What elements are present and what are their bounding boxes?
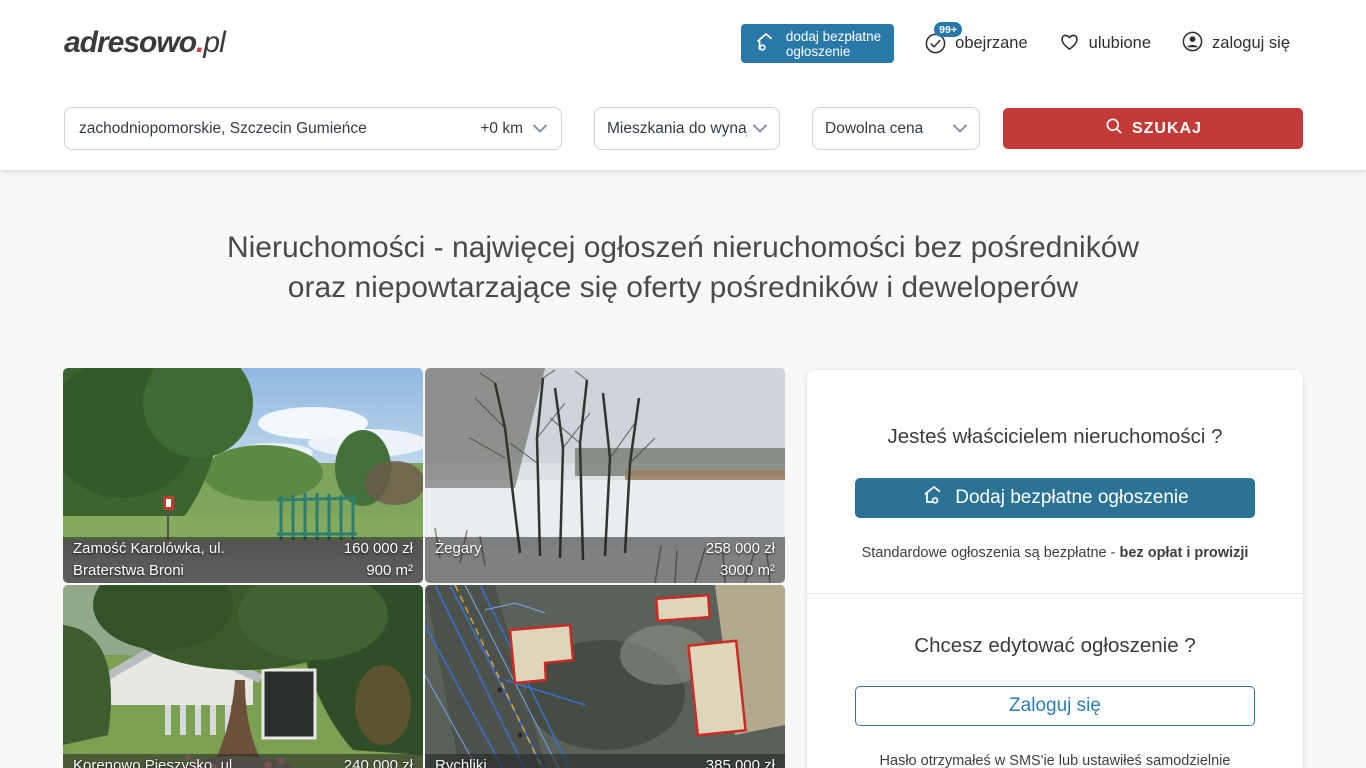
listing-card[interactable]: Rychliki 385 000 zł	[425, 585, 785, 768]
page: adresowo.pl dodaj bezpłatne ogłoszenie	[0, 0, 1366, 768]
edit-panel-title: Chcesz edytować ogłoszenie ?	[807, 634, 1303, 658]
login-nav-item[interactable]: zaloguj się	[1181, 30, 1290, 58]
price-value: Dowolna cena	[825, 120, 923, 138]
category-select[interactable]: Mieszkania do wynajęc	[594, 107, 780, 150]
search-button[interactable]: SZUKAJ	[1003, 108, 1303, 149]
listing-card[interactable]: Żegary 258 000 zł 3000 m²	[425, 368, 785, 583]
listing-card[interactable]: Korenowo Pieszysko, ul. 240 000 zł	[63, 585, 423, 768]
radius-value: +0 km	[480, 120, 523, 138]
owner-panel: Jesteś właścicielem nieruchomości ? Doda…	[807, 370, 1303, 768]
listing-price: 160 000 zł	[344, 538, 413, 560]
viewed-label: obejrzane	[955, 34, 1027, 53]
garden-tree-photo	[63, 585, 423, 768]
listings-grid: Zamość Karolówka, ul. Braterstwa Broni 1…	[63, 368, 785, 768]
listing-area: 900 m²	[344, 560, 413, 582]
owner-panel-title: Jesteś właścicielem nieruchomości ?	[807, 425, 1303, 449]
login-label: zaloguj się	[1212, 34, 1290, 53]
add-listing-label: dodaj bezpłatne ogłoszenie	[786, 29, 881, 59]
house-plus-icon	[921, 482, 947, 514]
free-listing-note: Standardowe ogłoszenia są bezpłatne - be…	[807, 545, 1303, 561]
listing-location: Żegary	[435, 538, 482, 560]
header-nav: dodaj bezpłatne ogłoszenie 99+ obejrzane	[741, 24, 1290, 63]
panel-divider	[807, 593, 1303, 594]
header-band: adresowo.pl dodaj bezpłatne ogłoszenie	[0, 0, 1366, 170]
add-free-listing-label: Dodaj bezpłatne ogłoszenie	[955, 487, 1188, 509]
radius-select[interactable]: +0 km	[480, 120, 547, 138]
listing-price: 240 000 zł	[344, 755, 413, 768]
listing-location: Rychliki	[435, 755, 487, 768]
magnifier-icon	[1104, 116, 1124, 141]
location-value: zachodniopomorskie, Szczecin Gumieńce	[79, 120, 472, 138]
satellite-plot-photo	[425, 585, 785, 768]
chevron-down-icon	[533, 120, 547, 138]
check-circle-icon: 99+	[924, 32, 947, 55]
heart-icon	[1058, 30, 1081, 58]
add-listing-button[interactable]: dodaj bezpłatne ogłoszenie	[741, 24, 894, 63]
add-free-listing-button[interactable]: Dodaj bezpłatne ogłoszenie	[855, 478, 1255, 518]
listing-location: Korenowo Pieszysko, ul.	[73, 755, 236, 768]
listing-caption: Zamość Karolówka, ul. Braterstwa Broni 1…	[63, 537, 423, 583]
listing-area: 3000 m²	[706, 560, 775, 582]
chevron-down-icon	[753, 120, 767, 138]
search-button-label: SZUKAJ	[1132, 120, 1202, 138]
listing-location: Zamość Karolówka, ul.	[73, 538, 225, 560]
listing-location-2: Braterstwa Broni	[73, 560, 225, 582]
listing-card[interactable]: Zamość Karolówka, ul. Braterstwa Broni 1…	[63, 368, 423, 583]
favorites-nav-item[interactable]: ulubione	[1058, 30, 1151, 58]
logo[interactable]: adresowo.pl	[64, 26, 225, 60]
listing-caption: Rychliki 385 000 zł	[425, 754, 785, 768]
favorites-label: ulubione	[1089, 34, 1151, 53]
logo-name: adresowo	[64, 26, 196, 59]
password-note: Hasło otrzymałeś w SMS'ie lub ustawiłeś …	[807, 753, 1303, 768]
category-value: Mieszkania do wynajęc	[607, 120, 747, 138]
listing-price: 385 000 zł	[706, 755, 775, 768]
chevron-down-icon	[953, 120, 967, 138]
listing-caption: Korenowo Pieszysko, ul. 240 000 zł	[63, 754, 423, 768]
viewed-nav-item[interactable]: 99+ obejrzane	[924, 32, 1027, 55]
listing-price: 258 000 zł	[706, 538, 775, 560]
house-plus-icon	[754, 30, 778, 57]
person-circle-icon	[1181, 30, 1204, 58]
viewed-count-badge: 99+	[934, 22, 962, 37]
page-title: Nieruchomości - najwięcej ogłoszeń nieru…	[0, 228, 1366, 308]
location-input[interactable]: zachodniopomorskie, Szczecin Gumieńce +0…	[64, 107, 562, 150]
login-button[interactable]: Zaloguj się	[855, 686, 1255, 726]
listing-caption: Żegary 258 000 zł 3000 m²	[425, 537, 785, 583]
price-select[interactable]: Dowolna cena	[812, 107, 980, 150]
login-button-label: Zaloguj się	[1009, 695, 1101, 717]
logo-tld: pl	[203, 26, 224, 59]
